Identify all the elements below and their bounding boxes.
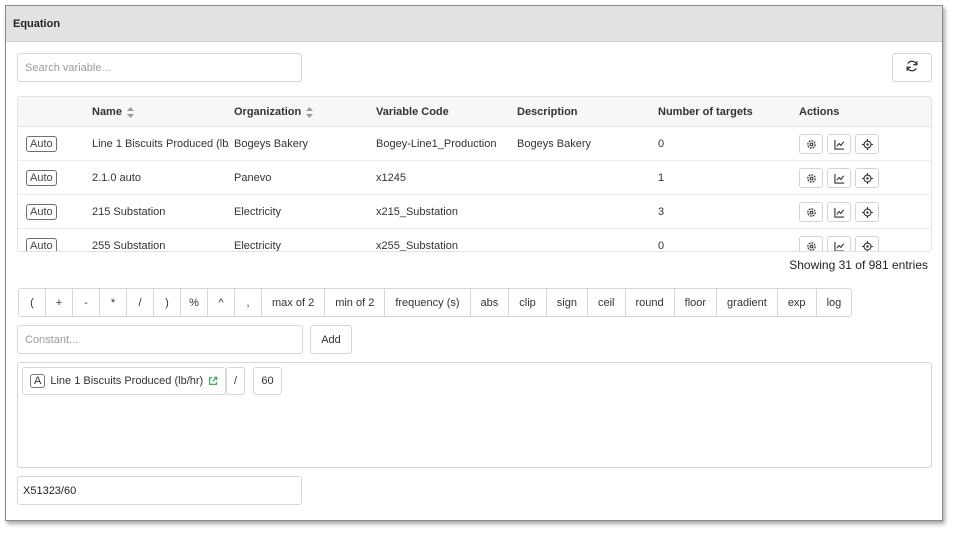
line-chart-icon: [833, 139, 844, 150]
column-header-description: Description: [517, 106, 578, 118]
table-row[interactable]: Auto Line 1 Biscuits Produced (lb/hr) Bo…: [18, 127, 931, 161]
op-abs-button[interactable]: abs: [470, 289, 510, 316]
op-percent-button[interactable]: %: [181, 289, 208, 316]
row-organization: Panevo: [234, 172, 272, 184]
auto-badge: Auto: [26, 238, 57, 251]
op-max-button[interactable]: max of 2: [262, 289, 326, 316]
equation-result-field[interactable]: [17, 476, 302, 505]
panel-title: Equation: [6, 6, 942, 42]
auto-badge: Auto: [26, 136, 57, 152]
op-divide-button[interactable]: /: [127, 289, 154, 316]
op-plus-button[interactable]: +: [46, 289, 73, 316]
op-close-paren-button[interactable]: ): [154, 289, 181, 316]
row-name: 215 Substation: [92, 206, 166, 218]
chart-button[interactable]: [827, 202, 851, 222]
column-header-name[interactable]: Name: [92, 97, 134, 127]
op-log-button[interactable]: log: [816, 289, 852, 316]
auto-badge: Auto: [26, 204, 57, 220]
table-row[interactable]: Auto 2.1.0 auto Panevo x1245 1: [18, 161, 931, 195]
table-row[interactable]: Auto 215 Substation Electricity x215_Sub…: [18, 195, 931, 229]
refresh-icon: [905, 59, 919, 76]
op-gradient-button[interactable]: gradient: [717, 289, 778, 316]
row-name: Line 1 Biscuits Produced (lb/hr): [92, 138, 229, 150]
op-clip-button[interactable]: clip: [509, 289, 547, 316]
row-organization: Electricity: [234, 206, 282, 218]
sort-icon: [126, 106, 134, 118]
settings-button[interactable]: [799, 168, 823, 188]
locate-button[interactable]: [855, 134, 879, 154]
row-variable-code: x1245: [376, 172, 406, 184]
row-variable-code: Bogey-Line1_Production: [376, 138, 497, 150]
row-description: Bogeys Bakery: [517, 138, 591, 150]
op-open-paren-button[interactable]: (: [19, 289, 46, 316]
row-targets: 0: [658, 240, 665, 252]
entries-count: Showing 31 of 981 entries: [789, 258, 928, 272]
search-input[interactable]: [17, 53, 302, 82]
column-header-organization[interactable]: Organization: [234, 97, 314, 127]
row-name: 255 Substation: [92, 240, 166, 252]
constant-input[interactable]: [17, 325, 303, 354]
equation-panel: Equation Name Organization Variable Code…: [5, 5, 943, 521]
auto-badge: Auto: [26, 170, 57, 186]
line-chart-icon: [833, 173, 844, 184]
gear-icon: [806, 207, 816, 217]
sort-icon: [306, 106, 314, 118]
op-floor-button[interactable]: floor: [674, 289, 718, 316]
op-power-button[interactable]: ^: [208, 289, 235, 316]
row-targets: 0: [658, 138, 665, 150]
row-organization: Bogeys Bakery: [234, 138, 308, 150]
table-header: Name Organization Variable Code Descript…: [18, 97, 931, 127]
row-variable-code: x255_Substation: [376, 240, 458, 252]
row-targets: 1: [658, 172, 665, 184]
gear-icon: [806, 139, 816, 149]
row-variable-code: x215_Substation: [376, 206, 458, 218]
op-frequency-button[interactable]: frequency (s): [385, 289, 471, 316]
add-constant-button[interactable]: Add: [310, 325, 352, 354]
op-multiply-button[interactable]: *: [100, 289, 127, 316]
op-ceil-button[interactable]: ceil: [587, 289, 626, 316]
line-chart-icon: [833, 241, 844, 251]
settings-button[interactable]: [799, 202, 823, 222]
chart-button[interactable]: [827, 236, 851, 251]
locate-button[interactable]: [855, 236, 879, 251]
equation-builder[interactable]: A Line 1 Biscuits Produced (lb/hr) / 60: [17, 362, 932, 468]
row-name: 2.1.0 auto: [92, 172, 141, 184]
operator-toolbar: ( + - * / ) % ^ , max of 2 min of 2 freq…: [18, 288, 853, 317]
crosshair-icon: [861, 172, 873, 184]
op-round-button[interactable]: round: [625, 289, 675, 316]
op-exp-button[interactable]: exp: [777, 289, 817, 316]
chart-button[interactable]: [827, 134, 851, 154]
op-comma-button[interactable]: ,: [235, 289, 262, 316]
gear-icon: [806, 173, 816, 183]
equation-variable-token[interactable]: A Line 1 Biscuits Produced (lb/hr): [22, 367, 227, 395]
refresh-button[interactable]: [892, 53, 932, 82]
settings-button[interactable]: [799, 236, 823, 251]
crosshair-icon: [861, 206, 873, 218]
chart-button[interactable]: [827, 168, 851, 188]
op-minus-button[interactable]: -: [73, 289, 100, 316]
equation-operator-token[interactable]: /: [226, 367, 245, 395]
variables-table: Name Organization Variable Code Descript…: [17, 96, 932, 252]
column-header-targets: Number of targets: [658, 106, 753, 118]
column-header-variable-code: Variable Code: [376, 106, 449, 118]
gear-icon: [806, 241, 816, 251]
settings-button[interactable]: [799, 134, 823, 154]
locate-button[interactable]: [855, 202, 879, 222]
op-sign-button[interactable]: sign: [546, 289, 588, 316]
variable-name: Line 1 Biscuits Produced (lb/hr): [50, 375, 204, 387]
variable-letter: A: [30, 374, 46, 388]
crosshair-icon: [861, 240, 873, 251]
external-link-icon[interactable]: [208, 376, 218, 386]
row-targets: 3: [658, 206, 665, 218]
line-chart-icon: [833, 207, 844, 218]
equation-constant-token[interactable]: 60: [253, 367, 282, 395]
crosshair-icon: [861, 138, 873, 150]
column-header-actions: Actions: [799, 106, 840, 118]
row-organization: Electricity: [234, 240, 282, 252]
locate-button[interactable]: [855, 168, 879, 188]
table-row[interactable]: Auto 255 Substation Electricity x255_Sub…: [18, 229, 931, 252]
op-min-button[interactable]: min of 2: [325, 289, 386, 316]
